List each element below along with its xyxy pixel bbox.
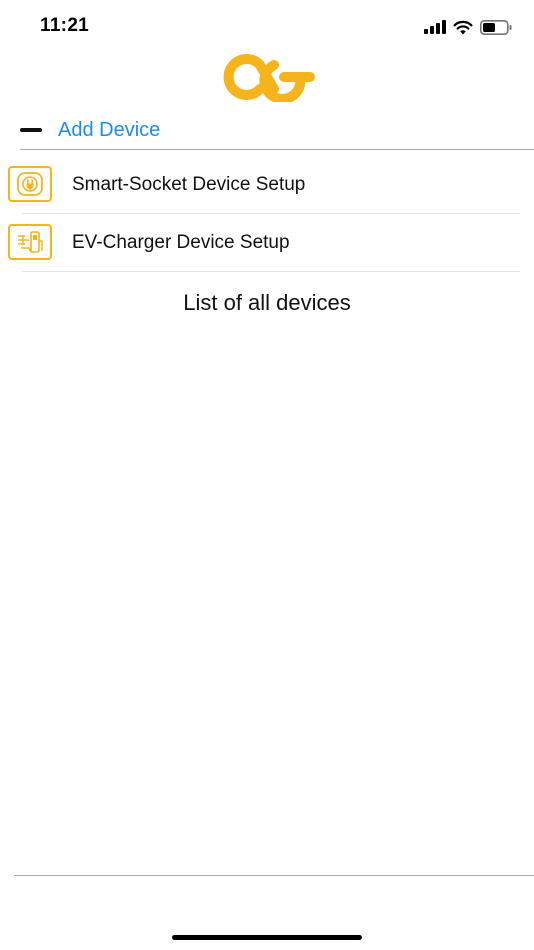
header-divider — [20, 149, 534, 150]
add-device-label[interactable]: Add Device — [58, 119, 160, 142]
device-list-title: List of all devices — [183, 290, 351, 315]
ev-charger-setup-label: EV-Charger Device Setup — [72, 232, 290, 253]
smart-socket-setup-label: Smart-Socket Device Setup — [72, 174, 306, 195]
device-setup-list: Smart-Socket Device Setup EV-Charger Dev… — [0, 156, 534, 272]
add-device-header[interactable]: Add Device — [20, 112, 534, 148]
status-bar: 11:21 — [0, 0, 534, 52]
ev-charger-setup-row[interactable]: EV-Charger Device Setup — [0, 214, 534, 272]
app-screen: 11:21 Add Device Smart-Socket Device Set… — [0, 0, 534, 950]
ev-charger-icon — [8, 224, 52, 260]
brand-logo — [214, 52, 320, 104]
status-time: 11:21 — [40, 15, 90, 36]
home-indicator[interactable] — [172, 935, 362, 940]
brand-logo-icon — [223, 54, 315, 104]
cellular-signal-icon — [424, 20, 446, 34]
smart-socket-setup-row[interactable]: Smart-Socket Device Setup — [0, 156, 534, 214]
bottom-divider — [14, 875, 534, 876]
collapse-minus-icon[interactable] — [20, 128, 42, 132]
battery-icon — [480, 19, 512, 35]
status-icons — [424, 18, 512, 36]
wifi-icon — [453, 20, 473, 34]
row-divider — [22, 271, 520, 272]
smart-socket-icon — [8, 166, 52, 202]
